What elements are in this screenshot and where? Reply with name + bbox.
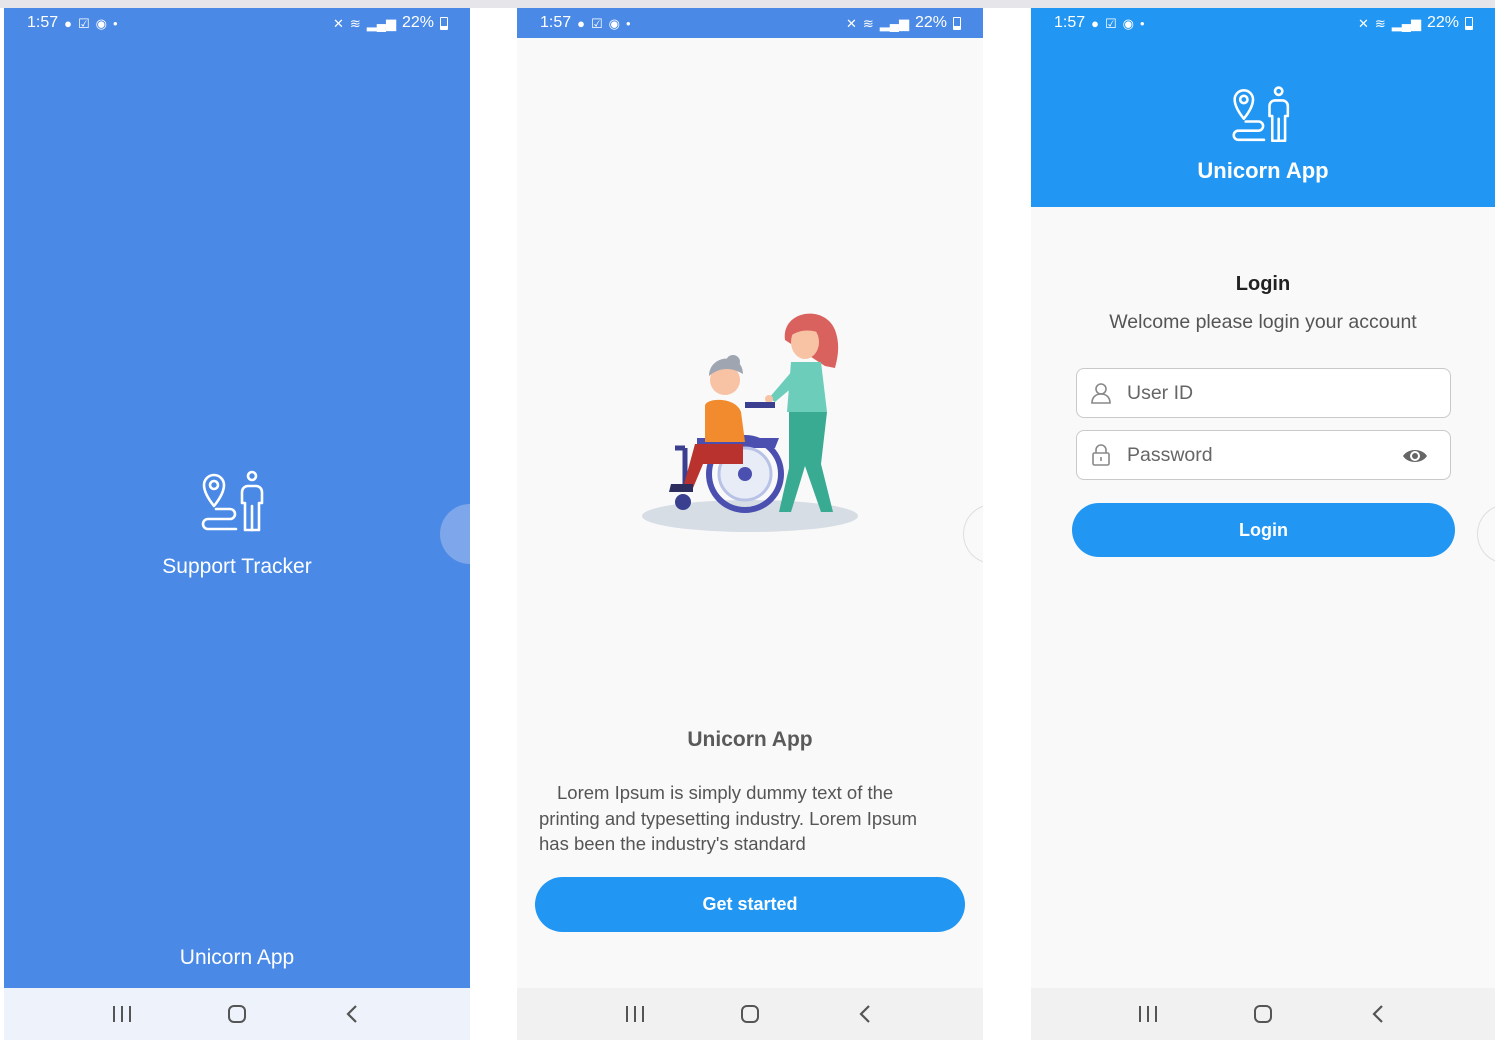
login-screen: Unicorn App 1:57 ● ☑ ◉ • ✕ ≋ ▂▄▆ 22% Log… bbox=[1031, 8, 1495, 1040]
system-nav-bar bbox=[1031, 988, 1495, 1040]
status-bar: 1:57 ● ☑ ◉ • ✕ ≋ ▂▄▆ 22% bbox=[4, 8, 470, 38]
battery-percent: 22% bbox=[401, 14, 434, 31]
status-bar: 1:57 ● ☑ ◉ • ✕ ≋ ▂▄▆ 22% bbox=[517, 8, 983, 38]
status-time: 1:57 bbox=[540, 14, 572, 31]
sync-icon: ◉ bbox=[608, 15, 620, 31]
back-icon[interactable] bbox=[337, 999, 367, 1029]
edge-panel-handle[interactable] bbox=[1477, 504, 1495, 564]
user-icon bbox=[1089, 381, 1113, 405]
get-started-button[interactable]: Get started bbox=[535, 877, 965, 932]
dot-icon: • bbox=[1140, 15, 1145, 31]
location-person-logo-icon bbox=[1232, 86, 1290, 143]
wifi-icon: ≋ bbox=[349, 15, 361, 31]
splash-footer-app-name: Unicorn App bbox=[179, 946, 295, 969]
battery-percent: 22% bbox=[914, 14, 947, 31]
login-button[interactable]: Login bbox=[1072, 503, 1455, 557]
mute-icon: ✕ bbox=[845, 15, 857, 31]
header-app-name: Unicorn App bbox=[1197, 158, 1329, 183]
system-nav-bar bbox=[4, 988, 470, 1040]
battery-icon bbox=[1465, 16, 1473, 30]
password-field[interactable] bbox=[1076, 430, 1451, 480]
signal-icon: ▂▄▆ bbox=[879, 15, 909, 31]
home-icon[interactable] bbox=[1248, 999, 1278, 1029]
recent-apps-icon[interactable] bbox=[620, 999, 650, 1029]
location-person-logo-icon bbox=[201, 470, 264, 532]
login-subheading: Welcome please login your account bbox=[1109, 311, 1417, 333]
onboarding-description: Lorem Ipsum is simply dummy text of the … bbox=[539, 782, 918, 854]
splash-screen: 1:57 ● ☑ ◉ • ✕ ≋ ▂▄▆ 22% Support Tracker… bbox=[4, 8, 470, 1040]
splash-title: Support Tracker bbox=[162, 555, 312, 578]
eye-icon[interactable] bbox=[1402, 444, 1428, 468]
back-icon[interactable] bbox=[850, 999, 880, 1029]
mute-icon: ✕ bbox=[1357, 15, 1369, 31]
chat-icon: ● bbox=[577, 15, 585, 31]
home-icon[interactable] bbox=[222, 999, 252, 1029]
edge-panel-handle[interactable] bbox=[963, 504, 983, 564]
password-input[interactable] bbox=[1127, 443, 1387, 467]
window-top-border bbox=[0, 0, 1495, 8]
sync-icon: ◉ bbox=[95, 15, 107, 31]
home-icon[interactable] bbox=[735, 999, 765, 1029]
battery-icon bbox=[953, 16, 961, 30]
status-bar: 1:57 ● ☑ ◉ • ✕ ≋ ▂▄▆ 22% bbox=[1031, 8, 1495, 38]
signal-icon: ▂▄▆ bbox=[1391, 15, 1421, 31]
recent-apps-icon[interactable] bbox=[107, 999, 137, 1029]
recent-apps-icon[interactable] bbox=[1133, 999, 1163, 1029]
check-icon: ☑ bbox=[591, 15, 603, 31]
check-icon: ☑ bbox=[1105, 15, 1117, 31]
user-id-field[interactable] bbox=[1076, 368, 1451, 418]
mute-icon: ✕ bbox=[332, 15, 344, 31]
signal-icon: ▂▄▆ bbox=[366, 15, 396, 31]
wifi-icon: ≋ bbox=[1374, 15, 1386, 31]
status-time: 1:57 bbox=[1054, 14, 1086, 31]
caregiver-wheelchair-illustration bbox=[642, 313, 858, 532]
dot-icon: • bbox=[626, 15, 631, 31]
status-time: 1:57 bbox=[27, 14, 59, 31]
chat-icon: ● bbox=[1091, 15, 1099, 31]
onboarding-screen: 1:57 ● ☑ ◉ • ✕ ≋ ▂▄▆ 22% Unicorn App Lor… bbox=[517, 8, 983, 1040]
sync-icon: ◉ bbox=[1122, 15, 1134, 31]
onboarding-title: Unicorn App bbox=[687, 728, 813, 751]
battery-icon bbox=[440, 16, 448, 30]
back-icon[interactable] bbox=[1363, 999, 1393, 1029]
check-icon: ☑ bbox=[78, 15, 90, 31]
user-id-input[interactable] bbox=[1127, 381, 1387, 405]
battery-percent: 22% bbox=[1426, 14, 1459, 31]
lock-icon bbox=[1089, 443, 1113, 467]
login-heading: Login bbox=[1235, 273, 1291, 295]
dot-icon: • bbox=[113, 15, 118, 31]
wifi-icon: ≋ bbox=[862, 15, 874, 31]
system-nav-bar bbox=[517, 988, 983, 1040]
chat-icon: ● bbox=[64, 15, 72, 31]
